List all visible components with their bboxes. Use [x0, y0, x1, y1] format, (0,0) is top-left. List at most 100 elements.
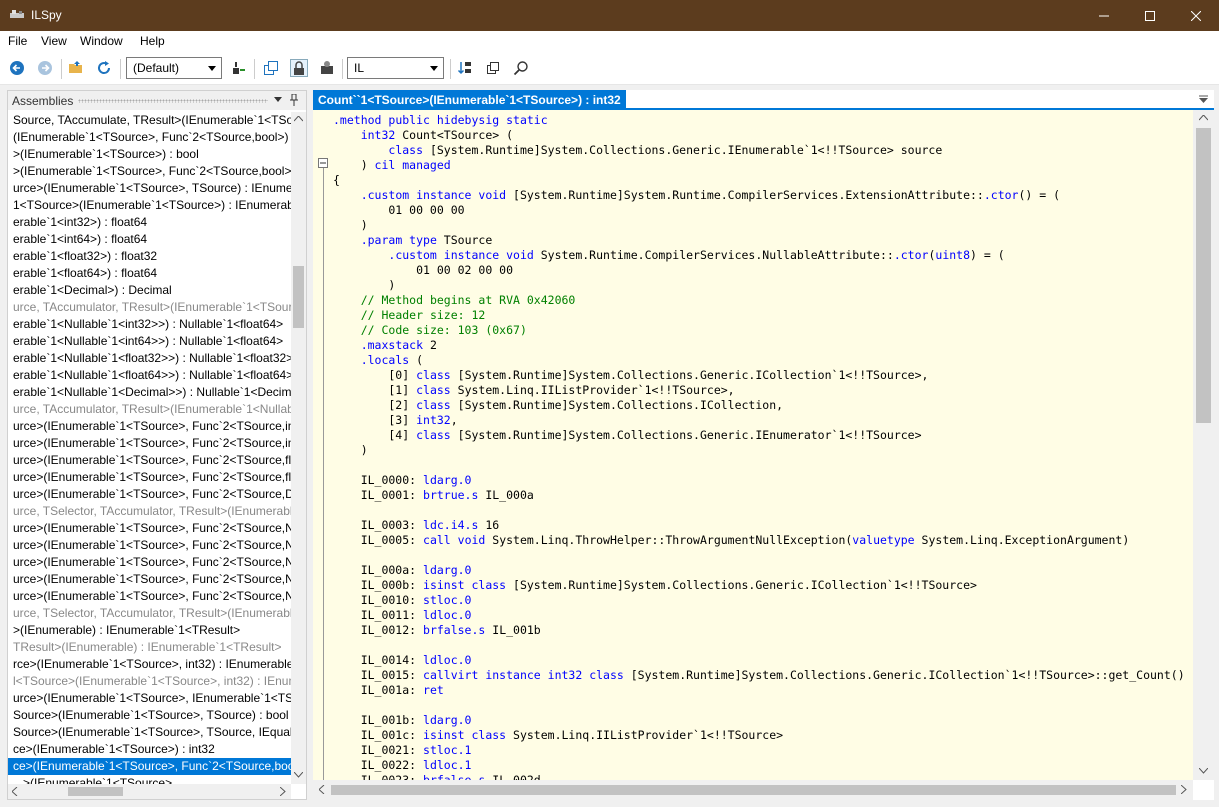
- show-all-members-button[interactable]: [318, 59, 336, 77]
- code-scroll-thumb[interactable]: [1196, 128, 1211, 423]
- tree-item[interactable]: urce>(IEnumerable`1<TSource>, TSource) :…: [8, 180, 291, 197]
- tree-item[interactable]: rce>(IEnumerable`1<TSource>, int32) : IE…: [8, 656, 291, 673]
- scroll-left-arrow-icon[interactable]: [12, 787, 18, 796]
- tree-item[interactable]: urce, TAccumulator, TResult>(IEnumerable…: [8, 299, 291, 316]
- tree-item[interactable]: (IEnumerable`1<TSource>, Func`2<TSource,…: [8, 129, 291, 146]
- code-keyword: brfalse.s: [423, 623, 493, 637]
- tree-item[interactable]: urce>(IEnumerable`1<TSource>, Func`2<TSo…: [8, 520, 291, 537]
- tree-item[interactable]: Source, TAccumulate, TResult>(IEnumerabl…: [8, 112, 291, 129]
- tab-list-dropdown-icon[interactable]: [1199, 95, 1208, 103]
- fold-collapse-icon[interactable]: [318, 158, 328, 168]
- code-line: ) cil managed: [333, 158, 1185, 173]
- tree-item[interactable]: erable`1<Nullable`1<float32>>) : Nullabl…: [8, 350, 291, 367]
- close-button[interactable]: [1173, 0, 1219, 31]
- tree-item[interactable]: erable`1<float64>) : float64: [8, 265, 291, 282]
- tree-item-selected[interactable]: ce>(IEnumerable`1<TSource>, Func`2<TSour…: [8, 758, 291, 775]
- code-text: ,: [450, 413, 458, 427]
- menu-file[interactable]: File: [8, 34, 27, 48]
- menu-window[interactable]: Window: [80, 34, 123, 48]
- code-text: [System.Runtime]System.Collections.Gener…: [457, 368, 929, 382]
- minimize-button[interactable]: [1081, 0, 1127, 31]
- tree-item[interactable]: erable`1<float32>) : float32: [8, 248, 291, 265]
- tree-item[interactable]: urce, TSelector, TAccumulator, TResult>(…: [8, 503, 291, 520]
- tree-item[interactable]: Source>(IEnumerable`1<TSource>, TSource,…: [8, 724, 291, 741]
- code-text: IL_0023:: [333, 773, 424, 780]
- tree-item[interactable]: erable`1<int32>) : float64: [8, 214, 291, 231]
- scroll-up-arrow-icon[interactable]: [1199, 115, 1208, 121]
- tree-item[interactable]: urce>(IEnumerable`1<TSource>, Func`2<TSo…: [8, 418, 291, 435]
- tree-item[interactable]: urce>(IEnumerable`1<TSource>, Func`2<TSo…: [8, 435, 291, 452]
- scroll-right-arrow-icon[interactable]: [280, 787, 286, 796]
- assembly-list-combo[interactable]: (Default): [126, 57, 222, 79]
- menu-view[interactable]: View: [41, 34, 67, 48]
- tree-item[interactable]: urce>(IEnumerable`1<TSource>, Func`2<TSo…: [8, 469, 291, 486]
- tree-item[interactable]: urce, TAccumulator, TResult>(IEnumerable…: [8, 401, 291, 418]
- scroll-left-arrow-icon[interactable]: [319, 785, 325, 794]
- show-public-only-toggle[interactable]: [290, 59, 308, 77]
- tree-item[interactable]: >(IEnumerable) : IEnumerable`1<TResult>: [8, 622, 291, 639]
- code-text: [System.Runtime]System.Collections.Gener…: [457, 428, 922, 442]
- tree-item[interactable]: urce, TSelector, TAccumulator, TResult>(…: [8, 605, 291, 622]
- scroll-down-arrow-icon[interactable]: [1199, 768, 1208, 774]
- sort-button[interactable]: [456, 59, 474, 77]
- back-button[interactable]: [8, 59, 26, 77]
- code-view[interactable]: .method public hidebysig static int32 Co…: [313, 110, 1193, 780]
- code-vertical-scrollbar[interactable]: [1193, 110, 1214, 780]
- code-line: IL_0001: brtrue.s IL_000a: [333, 488, 1185, 503]
- tree-item[interactable]: erable`1<Nullable`1<int32>>) : Nullable`…: [8, 316, 291, 333]
- tree-item[interactable]: erable`1<int64>) : float64: [8, 231, 291, 248]
- toolbar-separator: [120, 59, 121, 79]
- tree-item[interactable]: ...>(IEnumerable`1<TSource> ...: [8, 775, 291, 784]
- scroll-down-arrow-icon[interactable]: [294, 772, 303, 778]
- code-keyword: hidebysig: [436, 113, 507, 127]
- code-keyword: ret: [423, 683, 444, 697]
- tree-item[interactable]: l<TSource>(IEnumerable`1<TSource>, int32…: [8, 673, 291, 690]
- language-combo[interactable]: IL: [347, 57, 444, 79]
- tree-item[interactable]: TResult>(IEnumerable) : IEnumerable`1<TR…: [8, 639, 291, 656]
- tree-item[interactable]: urce>(IEnumerable`1<TSource>, Func`2<TSo…: [8, 486, 291, 503]
- tree-item[interactable]: erable`1<Decimal>) : Decimal: [8, 282, 291, 299]
- code-text: System.Linq.ExceptionArgument): [921, 533, 1130, 547]
- scroll-right-arrow-icon[interactable]: [1181, 785, 1187, 794]
- collapse-all-button[interactable]: [262, 59, 280, 77]
- tree-hscroll-thumb[interactable]: [68, 787, 123, 796]
- manage-lists-icon: [233, 62, 245, 74]
- tree-horizontal-scrollbar[interactable]: [8, 784, 291, 799]
- forward-button[interactable]: [36, 59, 54, 77]
- tree-item[interactable]: ce>(IEnumerable`1<TSource>) : int32: [8, 741, 291, 758]
- code-line: int32 Count<TSource> (: [333, 128, 1185, 143]
- document-tab[interactable]: Count``1<TSource>(IEnumerable`1<TSource>…: [313, 90, 626, 110]
- tree-item[interactable]: urce>(IEnumerable`1<TSource>, Func`2<TSo…: [8, 588, 291, 605]
- pane-title: Assemblies: [12, 94, 74, 108]
- tree-item[interactable]: erable`1<Nullable`1<float64>>) : Nullabl…: [8, 367, 291, 384]
- scroll-up-arrow-icon[interactable]: [294, 116, 303, 122]
- reload-button[interactable]: [95, 59, 113, 77]
- tree-item[interactable]: >(IEnumerable`1<TSource>, Func`2<TSource…: [8, 163, 291, 180]
- open-button[interactable]: [67, 59, 85, 77]
- new-tab-button[interactable]: [484, 59, 502, 77]
- minimize-icon: [1099, 15, 1109, 16]
- tree-item[interactable]: 1<TSource>(IEnumerable`1<TSource>) : IEn…: [8, 197, 291, 214]
- pane-menu-icon[interactable]: [274, 97, 282, 103]
- tree-vertical-scrollbar[interactable]: [291, 112, 306, 784]
- tree-item[interactable]: Source>(IEnumerable`1<TSource>, TSource)…: [8, 707, 291, 724]
- search-button[interactable]: [512, 59, 530, 77]
- tree-item[interactable]: urce>(IEnumerable`1<TSource>, Func`2<TSo…: [8, 554, 291, 571]
- tree-item[interactable]: >(IEnumerable`1<TSource>) : bool: [8, 146, 291, 163]
- tree-item[interactable]: erable`1<Nullable`1<int64>>) : Nullable`…: [8, 333, 291, 350]
- code-line: .param type TSource: [333, 233, 1185, 248]
- code-text: IL_0021:: [333, 743, 424, 757]
- code-horizontal-scrollbar[interactable]: [313, 780, 1193, 800]
- code-hscroll-thumb[interactable]: [331, 785, 1176, 795]
- tree-item[interactable]: urce>(IEnumerable`1<TSource>, Func`2<TSo…: [8, 452, 291, 469]
- tree-scroll-thumb[interactable]: [293, 266, 304, 328]
- pin-icon[interactable]: [290, 94, 298, 106]
- assembly-tree[interactable]: Source, TAccumulate, TResult>(IEnumerabl…: [8, 112, 291, 784]
- manage-assemblies-button[interactable]: [230, 59, 248, 77]
- menu-help[interactable]: Help: [140, 34, 165, 48]
- tree-item[interactable]: urce>(IEnumerable`1<TSource>, Func`2<TSo…: [8, 537, 291, 554]
- maximize-button[interactable]: [1127, 0, 1173, 31]
- tree-item[interactable]: erable`1<Nullable`1<Decimal>>) : Nullabl…: [8, 384, 291, 401]
- tree-item[interactable]: urce>(IEnumerable`1<TSource>, Func`2<TSo…: [8, 571, 291, 588]
- tree-item[interactable]: urce>(IEnumerable`1<TSource>, IEnumerabl…: [8, 690, 291, 707]
